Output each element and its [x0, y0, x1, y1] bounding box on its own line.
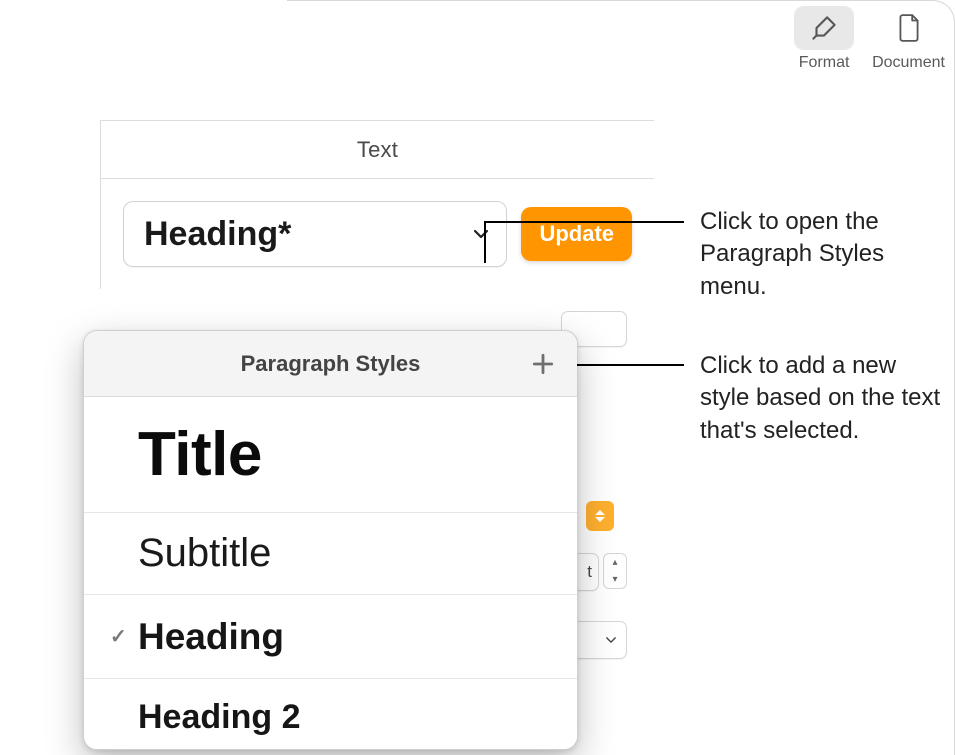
style-label: Heading: [138, 616, 284, 658]
popover-title-label: Paragraph Styles: [241, 351, 421, 377]
size-suffix: t: [587, 562, 592, 582]
style-item-heading[interactable]: ✓ Heading: [84, 595, 577, 679]
popover-title: Paragraph Styles: [84, 331, 577, 397]
paragraph-style-row: Heading* Update: [101, 179, 654, 289]
section-header-text: Text: [101, 121, 654, 179]
callout-leader: [484, 221, 684, 223]
text-inspector: Text Heading* Update t ▴▾: [100, 120, 654, 289]
callout-leader: [566, 364, 684, 366]
inspector-toolbar: Format Document: [794, 6, 945, 72]
style-label: Heading 2: [138, 698, 300, 737]
style-list: Title Subtitle ✓ Heading Heading 2: [84, 397, 577, 750]
size-stepper[interactable]: ▴▾: [603, 553, 627, 589]
callout-leader: [484, 221, 486, 263]
callout-add-style: Click to add a new style based on the te…: [700, 350, 950, 447]
document-icon: [879, 6, 939, 50]
document-tab[interactable]: Document: [872, 6, 945, 72]
brush-icon: [794, 6, 854, 50]
check-icon: ✓: [110, 624, 138, 649]
chevron-down-icon: [470, 223, 492, 245]
update-style-button[interactable]: Update: [521, 207, 632, 261]
stepper-icon: ▴▾: [603, 553, 627, 589]
style-label: Title: [138, 419, 262, 490]
style-item-heading-2[interactable]: Heading 2: [84, 679, 577, 750]
format-tab[interactable]: Format: [794, 6, 854, 72]
format-tab-label: Format: [799, 54, 850, 72]
current-style-label: Heading*: [144, 215, 291, 254]
popup-indicator[interactable]: [586, 501, 614, 531]
style-label: Subtitle: [138, 531, 271, 576]
document-tab-label: Document: [872, 54, 945, 72]
paragraph-styles-popover: Paragraph Styles Title Subtitle ✓ Headin…: [83, 330, 578, 750]
updown-icon: [586, 501, 614, 531]
chevron-down-icon: [604, 633, 618, 647]
style-item-title[interactable]: Title: [84, 397, 577, 513]
callout-open-menu: Click to open the Paragraph Styles menu.: [700, 206, 940, 303]
add-style-button[interactable]: [527, 348, 559, 380]
paragraph-style-dropdown[interactable]: Heading*: [123, 201, 507, 267]
style-item-subtitle[interactable]: Subtitle: [84, 513, 577, 595]
